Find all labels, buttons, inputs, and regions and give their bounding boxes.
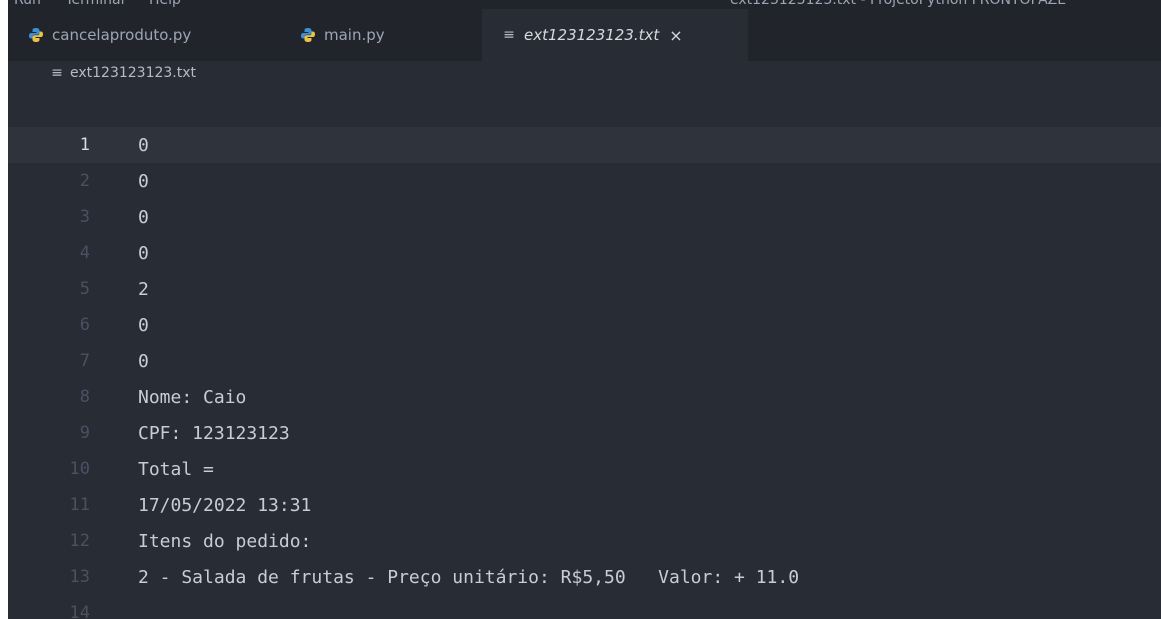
editor-line[interactable]: 12 Itens do pedido: xyxy=(8,523,1161,559)
line-number: 5 xyxy=(79,279,90,299)
line-text[interactable]: 2 - Salada de frutas - Preço unitário: R… xyxy=(138,567,799,588)
line-text[interactable]: 0 xyxy=(138,207,149,228)
line-text[interactable]: 0 xyxy=(138,243,149,264)
line-number: 3 xyxy=(79,207,90,227)
line-text[interactable]: Itens do pedido: xyxy=(138,531,311,552)
editor-line[interactable]: 13 2 - Salada de frutas - Preço unitário:… xyxy=(8,559,1161,595)
line-text[interactable]: CPF: 123123123 xyxy=(138,423,290,444)
line-text[interactable]: 0 xyxy=(138,315,149,336)
menu-bar: Run Terminal Help xyxy=(14,0,201,8)
code-editor[interactable]: 1 0 2 0 3 0 4 0 5 2 6 0 7 0 8 Nome: Caio 9 CPF: 123123123… xyxy=(8,127,1161,619)
tab-label: main.py xyxy=(324,26,385,44)
line-number: 14 xyxy=(69,603,90,619)
text-file-icon: ≡ xyxy=(51,65,63,81)
line-number: 10 xyxy=(69,459,90,479)
editor-line[interactable]: 70 xyxy=(8,343,1161,379)
line-text[interactable]: 2 xyxy=(138,279,149,300)
editor-line[interactable]: 60 xyxy=(8,307,1161,343)
menu-help[interactable]: Help xyxy=(149,0,181,8)
editor-line[interactable]: 8 Nome: Caio xyxy=(8,379,1161,415)
tab-bar: cancelaproduto.py main.py ≡ ext123123123… xyxy=(8,9,1161,61)
line-number: 7 xyxy=(79,351,90,371)
window-title: ext123123123.txt - ProjetoPython FRONTOP… xyxy=(730,0,1067,8)
line-text[interactable]: 0 xyxy=(138,171,149,192)
line-text[interactable]: 17/05/2022 13:31 xyxy=(138,495,311,516)
line-number: 6 xyxy=(79,315,90,335)
breadcrumb[interactable]: ≡ ext123123123.txt xyxy=(8,61,1161,85)
editor-line[interactable]: 10 Total = xyxy=(8,451,1161,487)
editor-window: Run Terminal Help ext123123123.txt - Pro… xyxy=(8,0,1161,619)
line-text[interactable]: Nome: Caio xyxy=(138,387,246,408)
editor-line[interactable]: 30 xyxy=(8,199,1161,235)
line-number: 11 xyxy=(69,495,90,515)
line-number: 13 xyxy=(69,567,90,587)
python-icon xyxy=(301,28,315,42)
close-icon[interactable]: × xyxy=(669,26,682,45)
tab-ext123123123-txt[interactable]: ≡ ext123123123.txt × xyxy=(482,9,748,61)
menu-run[interactable]: Run xyxy=(14,0,41,8)
line-number: 2 xyxy=(79,171,90,191)
line-number: 1 xyxy=(79,135,90,155)
editor-line[interactable]: 52 xyxy=(8,271,1161,307)
editor-line[interactable]: 10 xyxy=(8,127,1161,163)
tab-label: cancelaproduto.py xyxy=(52,26,192,44)
line-number: 4 xyxy=(79,243,90,263)
editor-line[interactable]: 20 xyxy=(8,163,1161,199)
editor-line[interactable]: 40 xyxy=(8,235,1161,271)
line-text[interactable]: Total = xyxy=(138,459,214,480)
tab-main-py[interactable]: main.py xyxy=(280,9,480,61)
line-number: 8 xyxy=(79,387,90,407)
title-bar: Run Terminal Help ext123123123.txt - Pro… xyxy=(8,0,1161,9)
breadcrumb-file[interactable]: ext123123123.txt xyxy=(70,65,196,81)
line-text[interactable]: 0 xyxy=(138,351,149,372)
tab-label: ext123123123.txt xyxy=(524,26,660,44)
line-text[interactable]: 0 xyxy=(138,135,149,156)
line-number: 12 xyxy=(69,531,90,551)
editor-line[interactable]: 9 CPF: 123123123 xyxy=(8,415,1161,451)
text-file-icon: ≡ xyxy=(503,27,515,43)
tab-cancelaproduto[interactable]: cancelaproduto.py xyxy=(8,9,278,61)
python-icon xyxy=(29,28,43,42)
editor-line[interactable]: 14 xyxy=(8,595,1161,619)
editor-line[interactable]: 11 17/05/2022 13:31 xyxy=(8,487,1161,523)
line-number: 9 xyxy=(79,423,90,443)
menu-terminal[interactable]: Terminal xyxy=(65,0,124,8)
